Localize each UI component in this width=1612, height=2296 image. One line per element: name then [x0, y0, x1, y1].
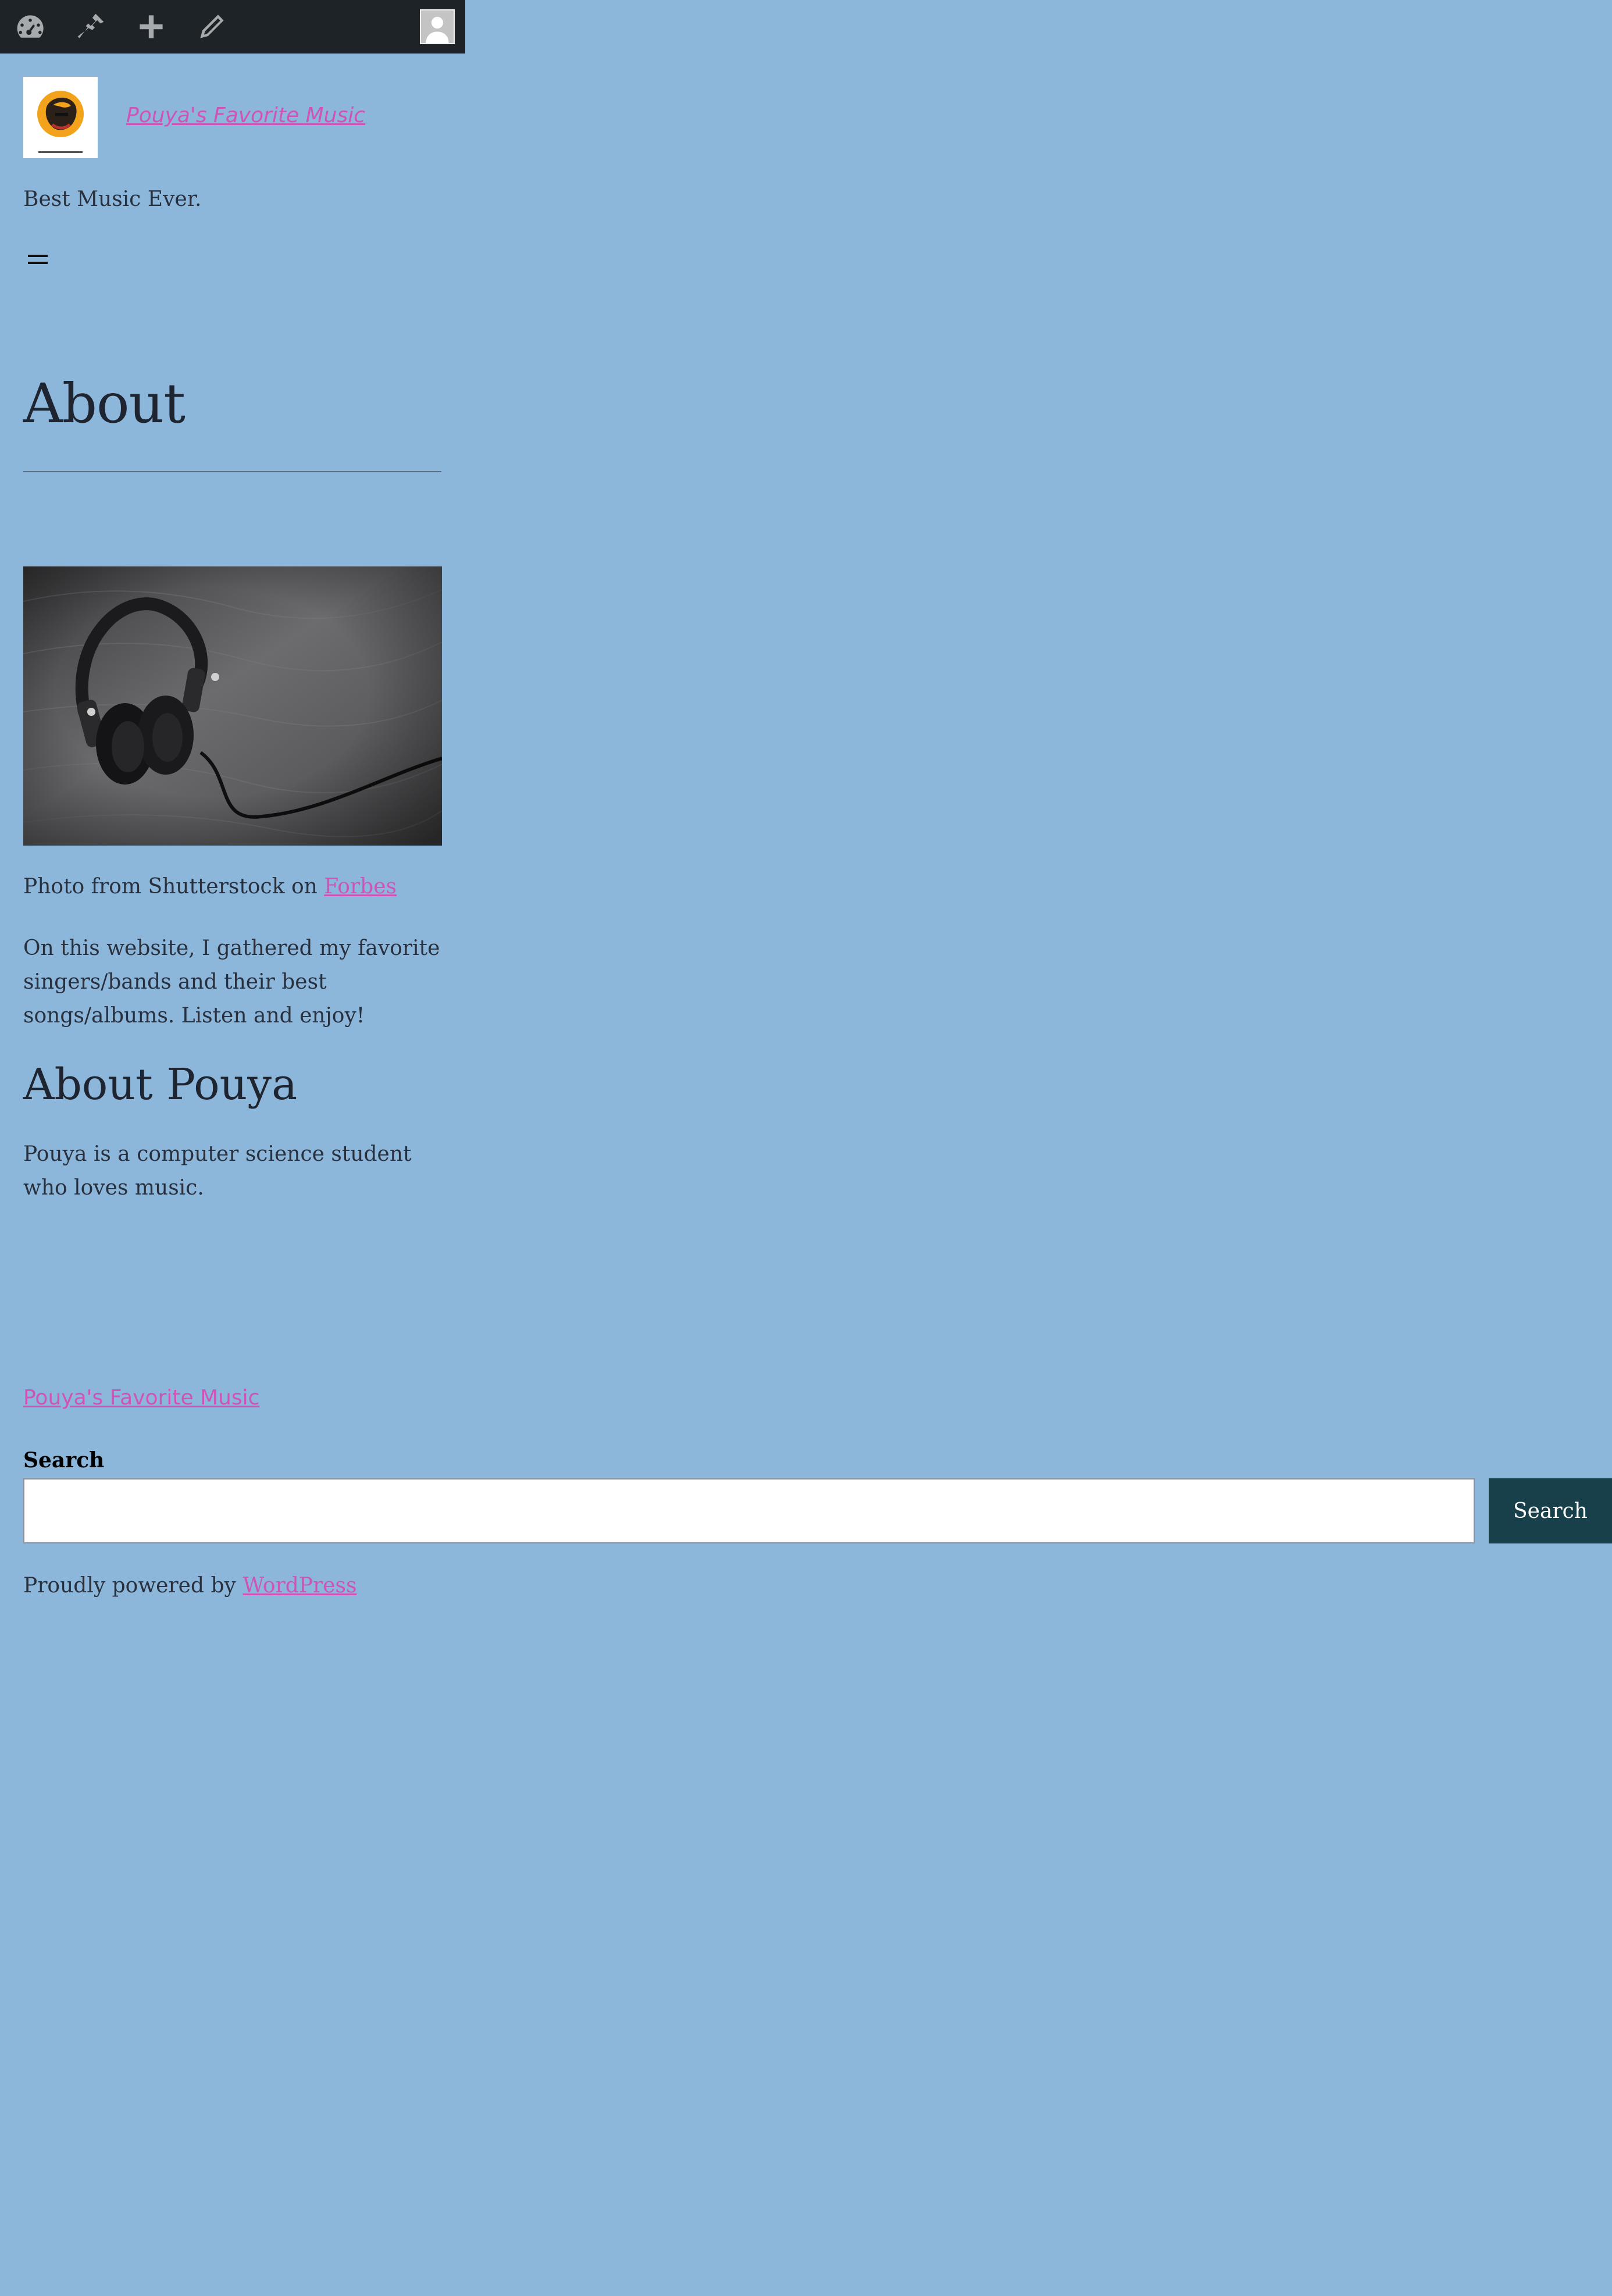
dashboard-icon[interactable]: [14, 10, 47, 43]
edit-icon[interactable]: [195, 10, 228, 43]
search-button[interactable]: Search: [1489, 1478, 1612, 1543]
powered-by: Proudly powered by WordPress: [23, 1574, 356, 1598]
image-caption: Photo from Shutterstock on Forbes: [23, 875, 397, 899]
menu-icon-line: [28, 262, 48, 264]
forbes-link[interactable]: Forbes: [324, 875, 397, 899]
avatar[interactable]: [420, 9, 455, 44]
bio-paragraph: Pouya is a computer science student who …: [23, 1142, 412, 1200]
headphones-image: [23, 566, 442, 846]
menu-toggle-button[interactable]: [23, 249, 51, 272]
footer-site-title-link[interactable]: Pouya's Favorite Music: [23, 1386, 259, 1410]
intro-paragraph: On this website, I gathered my favorite …: [23, 936, 440, 1028]
site-title-link[interactable]: Pouya's Favorite Music: [126, 104, 365, 127]
page-title: About: [23, 372, 186, 436]
about-heading: About Pouya: [23, 1060, 298, 1110]
powered-text: Proudly powered by: [23, 1574, 236, 1598]
new-content-icon[interactable]: [135, 10, 167, 43]
site-logo[interactable]: [23, 77, 98, 158]
customize-icon[interactable]: [74, 10, 107, 43]
site-tagline: Best Music Ever.: [23, 187, 202, 211]
admin-bar: [0, 0, 465, 54]
wordpress-link[interactable]: WordPress: [242, 1574, 356, 1598]
menu-icon: [28, 255, 48, 257]
caption-text: Photo from Shutterstock on: [23, 875, 318, 899]
title-separator: [23, 471, 441, 472]
search-label: Search: [23, 1448, 105, 1473]
search-input[interactable]: [23, 1478, 1475, 1543]
